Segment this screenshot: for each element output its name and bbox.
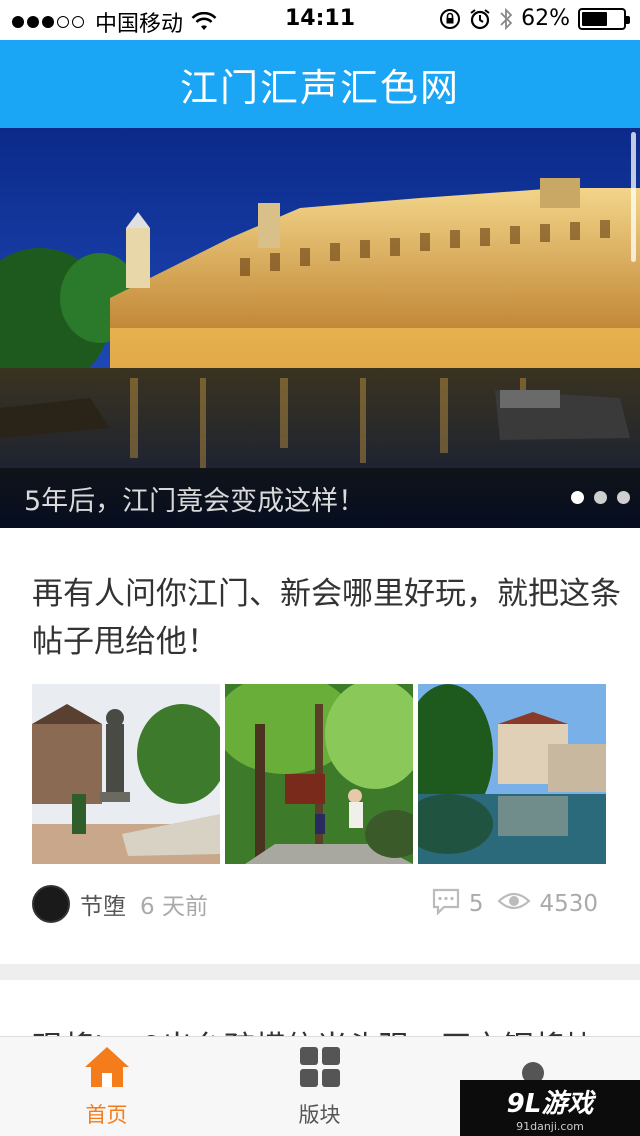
post-divider	[0, 964, 640, 980]
battery-percent: 62%	[521, 6, 570, 31]
app-header: 江门汇声汇色网	[0, 40, 640, 128]
eye-icon	[497, 890, 532, 918]
banner-dot-2[interactable]	[594, 491, 607, 504]
view-count: 4530	[539, 891, 598, 917]
author-avatar[interactable]	[32, 885, 70, 923]
watermark-sub: 91danji.com	[516, 1120, 584, 1133]
post-time: 6 天前	[140, 894, 208, 920]
app-title: 江门汇声汇色网	[179, 65, 460, 110]
grid-icon	[298, 1045, 342, 1093]
home-icon	[83, 1045, 131, 1093]
banner-caption-text: 5年后，江门竟会变成这样！	[24, 485, 366, 517]
tab-home[interactable]: 首页	[0, 1037, 213, 1136]
comment-icon	[431, 887, 461, 921]
post-thumbnails	[32, 684, 611, 864]
post-thumbnail-3[interactable]	[418, 684, 606, 864]
bluetooth-icon	[499, 7, 513, 31]
scrollbar[interactable]	[631, 132, 636, 262]
author-name[interactable]: 节堕	[80, 887, 126, 921]
watermark-logo: 9L游戏 91danji.com	[460, 1080, 640, 1136]
comment-count: 5	[468, 891, 484, 917]
banner-dot-1[interactable]	[571, 491, 584, 504]
next-post-card[interactable]: 现将Lot9出台疏横信当头强，田市钢将块	[0, 980, 640, 1040]
tab-home-label: 首页	[85, 1103, 128, 1127]
post-thumbnail-1[interactable]	[32, 684, 220, 864]
tab-forums-label: 版块	[298, 1103, 341, 1127]
status-bar: 中国移动 14:11 62%	[0, 0, 640, 40]
post-stats: 5 4530	[431, 887, 612, 921]
banner-dot-3[interactable]	[617, 491, 630, 504]
alarm-icon	[469, 8, 491, 30]
post-title[interactable]: 再有人问你江门、新会哪里好玩，就把这条帖子甩给他！	[32, 570, 622, 666]
rotation-lock-icon	[439, 8, 461, 30]
post-meta: 节堕 6 天前 5 4530	[32, 884, 612, 924]
watermark-main: 9L游戏	[506, 1089, 594, 1119]
banner-carousel[interactable]: 5年后，江门竟会变成这样！	[0, 128, 640, 528]
status-right: 62%	[431, 6, 630, 31]
battery-icon	[578, 7, 630, 30]
post-thumbnail-2[interactable]	[225, 684, 413, 864]
post-card[interactable]: 再有人问你江门、新会哪里好玩，就把这条帖子甩给他！ 节堕 6 天前 5 4530	[0, 528, 640, 964]
banner-caption[interactable]: 5年后，江门竟会变成这样！	[0, 468, 640, 528]
tab-forums[interactable]: 版块	[213, 1037, 426, 1136]
banner-pagination[interactable]	[561, 491, 630, 504]
